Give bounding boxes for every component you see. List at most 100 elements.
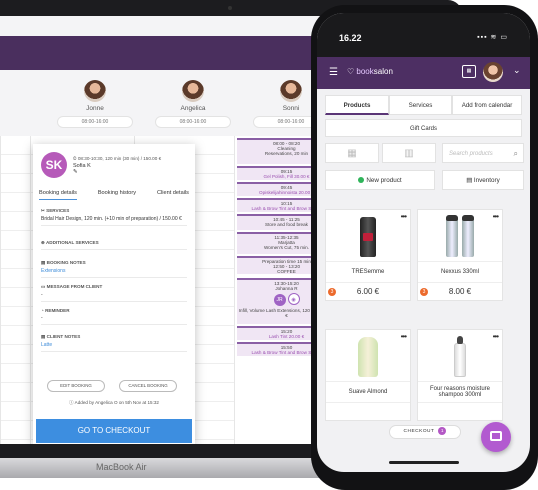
calendar-column[interactable]: [0, 136, 30, 444]
booking-tabs: Booking details Booking history Client d…: [39, 190, 189, 200]
inventory-button[interactable]: ▤ Inventory: [442, 170, 524, 190]
additional-services-section[interactable]: ⊕ ADDITIONAL SERVICES: [41, 240, 187, 250]
reminder-section[interactable]: ◔ REMINDER -: [41, 308, 187, 325]
checkout-label: CHECKOUT: [403, 429, 435, 434]
menu-icon[interactable]: ☰: [329, 67, 338, 78]
product-price-text: 8.00 €: [448, 287, 472, 296]
client-notes-label: CLIENT NOTES: [46, 334, 81, 339]
client-name[interactable]: Sofia K ✎: [73, 163, 91, 175]
booking-notes-value: Extensions: [41, 268, 66, 274]
services-value: Bridal Hair Design, 120 min. (+10 min of…: [41, 216, 182, 222]
product-image: •••: [418, 210, 502, 262]
chat-button[interactable]: [481, 422, 511, 452]
status-time: 16.22: [339, 33, 362, 43]
message-section: ▭ MESSAGE FROM CLIENT -: [41, 284, 187, 302]
client-avatar: SK: [41, 152, 67, 178]
product-name: Suave Almond: [348, 389, 388, 395]
brand-suffix: salon: [373, 67, 393, 76]
message-value: -: [41, 292, 43, 298]
staff-header-angelica[interactable]: Angelica 08:00-16:00: [138, 76, 248, 144]
client-avatar-jr: JR: [273, 294, 286, 306]
search-icon[interactable]: ⌕: [514, 144, 518, 164]
avatar: [280, 80, 302, 102]
brand-prefix: book: [356, 67, 374, 76]
new-product-button[interactable]: New product: [325, 170, 435, 190]
list-view-button[interactable]: ▥: [382, 143, 436, 163]
product-price: 3 8.00 €: [418, 282, 502, 300]
search-placeholder: Search products: [449, 151, 493, 157]
product-price: [326, 402, 410, 420]
product-image: •••: [418, 330, 502, 382]
booking-details-panel: SK ⏲ 08:30-10:30, 120 min (30 min) / 150…: [33, 144, 195, 444]
product-name: Nexxus 330ml: [440, 269, 479, 275]
reminder-value: -: [41, 315, 43, 321]
staff-name: Angelica: [180, 105, 206, 112]
more-options-icon[interactable]: •••: [493, 212, 499, 221]
added-by: ⓘ Added by Angelica O on 5th Nov at 15:3…: [33, 400, 195, 406]
cancel-booking-button[interactable]: CANCEL BOOKING: [119, 380, 177, 392]
product-card[interactable]: ••• Nexxus 330ml 3 8.00 €: [417, 209, 503, 301]
laptop-model-label: MacBook Air: [96, 462, 147, 472]
booking-time-text: 08:30-10:30, 120 min (30 min) / 150.00 €: [77, 156, 162, 161]
home-indicator[interactable]: [389, 461, 459, 464]
brand-logo: ♡ booksalon: [347, 67, 393, 76]
status-bar: 16.22 ▪▪▪ ≋ ▭: [317, 13, 530, 57]
app-header: ☰ ♡ booksalon ▦ ⌄: [317, 57, 530, 89]
services-section: ✂ SERVICES Bridal Hair Design, 120 min. (…: [41, 208, 187, 226]
avatar: [182, 80, 204, 102]
checkout-count-badge: 1: [438, 426, 447, 435]
grid-view-icon: ▦: [347, 148, 357, 159]
product-card[interactable]: ••• TRESemme 3 6.00 €: [325, 209, 411, 301]
tab-services[interactable]: Services: [389, 95, 452, 115]
staff-header-jonne[interactable]: Jonne 08:00-16:00: [40, 76, 150, 144]
more-options-icon[interactable]: •••: [493, 332, 499, 341]
product-name: TRESemme: [351, 269, 385, 275]
camera-icon: [228, 6, 232, 10]
staff-hours: 08:00-16:00: [57, 116, 133, 128]
more-options-icon[interactable]: •••: [401, 212, 407, 221]
inventory-icon: ▤: [466, 177, 474, 184]
device-mockup: Jonne 08:00-16:00 Angelica 08:00-16:00 S…: [0, 0, 538, 490]
edit-booking-button[interactable]: EDIT BOOKING: [47, 380, 105, 392]
checkout-bar-button[interactable]: CHECKOUT 1: [389, 425, 461, 439]
heart-icon: ♡: [347, 67, 357, 76]
tab-booking-details[interactable]: Booking details: [39, 190, 77, 200]
reminder-label: REMINDER: [45, 308, 70, 313]
staff-hours: 08:00-16:00: [155, 116, 231, 128]
avatar: [84, 80, 106, 102]
chevron-down-icon[interactable]: ⌄: [513, 65, 521, 76]
calendar-icon[interactable]: ▦: [462, 65, 476, 78]
plus-icon: [358, 177, 365, 184]
edit-pencil-icon[interactable]: ✎: [73, 169, 78, 175]
tab-booking-history[interactable]: Booking history: [98, 190, 136, 200]
go-to-checkout-button[interactable]: GO TO CHECKOUT: [36, 419, 192, 443]
grid-view-button[interactable]: ▦: [325, 143, 379, 163]
tab-client-details[interactable]: Client details: [157, 190, 189, 200]
search-input[interactable]: Search products ⌕: [442, 143, 524, 163]
more-options-icon[interactable]: •••: [401, 332, 407, 341]
message-label: MESSAGE FROM CLIENT: [46, 284, 103, 289]
signal-wifi-battery-icon: ▪▪▪ ≋ ▭: [477, 34, 508, 41]
client-notes-value: Latte: [41, 342, 53, 348]
product-price: [418, 402, 502, 420]
inventory-label: Inventory: [473, 177, 500, 184]
tab-add-from-calendar[interactable]: Add from calendar: [452, 95, 522, 115]
additional-services-label: ADDITIONAL SERVICES: [45, 240, 99, 245]
new-product-label: New product: [366, 177, 402, 184]
product-name: Four reasons moisture shampoo 300ml: [429, 386, 491, 398]
booking-time: ⏲ 08:30-10:30, 120 min (30 min) / 150.00…: [73, 156, 161, 161]
product-card[interactable]: ••• Four reasons moisture shampoo 300ml: [417, 329, 503, 421]
stock-badge: 3: [328, 288, 336, 296]
user-avatar[interactable]: [483, 62, 503, 82]
wifi-icon: ◉: [287, 293, 300, 305]
stock-badge: 3: [420, 288, 428, 296]
client-notes-section[interactable]: ▤ CLIENT NOTES Latte: [41, 334, 187, 352]
chat-icon: [490, 431, 502, 441]
added-by-text: Added by Angelica O on 5th Nov at 15:32: [74, 400, 159, 405]
gift-cards-button[interactable]: Gift Cards: [325, 119, 522, 137]
booking-notes-section[interactable]: ▤ BOOKING NOTES Extensions: [41, 260, 187, 278]
tab-products[interactable]: Products: [325, 95, 389, 115]
staff-name: Jonne: [86, 105, 104, 112]
product-price-text: 6.00 €: [356, 287, 380, 296]
product-card[interactable]: ••• Suave Almond: [325, 329, 411, 421]
